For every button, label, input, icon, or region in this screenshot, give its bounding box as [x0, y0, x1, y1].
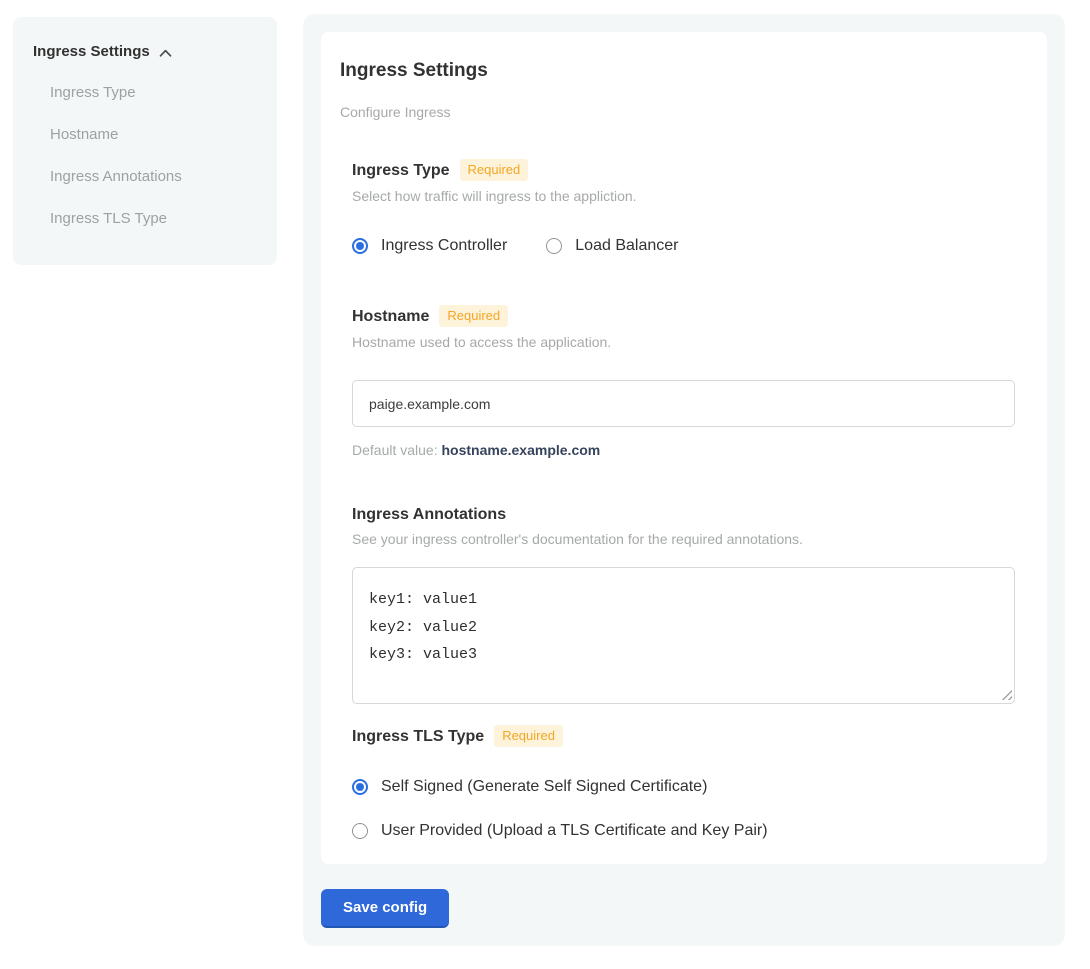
- radio-button-icon[interactable]: [546, 238, 562, 254]
- hostname-help: Hostname used to access the application.: [352, 334, 1015, 350]
- section-ingress-tls-type: Ingress TLS Type Required Self Signed (G…: [352, 725, 1015, 840]
- annotations-label-row: Ingress Annotations: [352, 505, 1015, 524]
- config-page: Ingress Settings Ingress Type Hostname I…: [0, 0, 1090, 969]
- default-value-text: hostname.example.com: [442, 442, 601, 458]
- config-sidebar: Ingress Settings Ingress Type Hostname I…: [13, 17, 277, 265]
- radio-self-signed[interactable]: Self Signed (Generate Self Signed Certif…: [352, 778, 1015, 796]
- sidebar-item-ingress-annotations[interactable]: Ingress Annotations: [33, 155, 257, 197]
- save-config-button[interactable]: Save config: [321, 889, 449, 928]
- section-hostname: Hostname Required Hostname used to acces…: [352, 305, 1015, 458]
- tls-label-row: Ingress TLS Type Required: [352, 725, 1015, 747]
- hostname-label: Hostname: [352, 307, 429, 326]
- ingress-type-options: Ingress Controller Load Balancer: [352, 237, 1015, 255]
- sidebar-item-ingress-type[interactable]: Ingress Type: [33, 71, 257, 113]
- radio-button-icon[interactable]: [352, 238, 368, 254]
- page-subtitle: Configure Ingress: [340, 104, 1015, 120]
- chevron-up-icon: [159, 49, 172, 57]
- hostname-label-row: Hostname Required: [352, 305, 1015, 327]
- section-ingress-type: Ingress Type Required Select how traffic…: [352, 159, 1015, 255]
- ingress-type-help: Select how traffic will ingress to the a…: [352, 188, 1015, 204]
- required-badge: Required: [439, 305, 508, 327]
- radio-label: Self Signed (Generate Self Signed Certif…: [381, 778, 707, 796]
- radio-label: Ingress Controller: [381, 237, 507, 255]
- radio-ingress-controller[interactable]: Ingress Controller: [352, 237, 507, 255]
- config-card: Ingress Settings Configure Ingress Ingre…: [321, 32, 1047, 864]
- required-badge: Required: [460, 159, 529, 181]
- sidebar-item-ingress-tls-type[interactable]: Ingress TLS Type: [33, 197, 257, 239]
- sidebar-item-hostname[interactable]: Hostname: [33, 113, 257, 155]
- radio-label: Load Balancer: [575, 237, 678, 255]
- hostname-default-line: Default value: hostname.example.com: [352, 442, 1015, 458]
- ingress-type-label-row: Ingress Type Required: [352, 159, 1015, 181]
- page-title: Ingress Settings: [340, 60, 1015, 82]
- ingress-type-label: Ingress Type: [352, 161, 450, 180]
- section-ingress-annotations: Ingress Annotations See your ingress con…: [352, 505, 1015, 704]
- default-value-prefix: Default value:: [352, 442, 442, 458]
- radio-user-provided[interactable]: User Provided (Upload a TLS Certificate …: [352, 822, 1015, 840]
- annotations-label: Ingress Annotations: [352, 505, 506, 524]
- radio-button-icon[interactable]: [352, 779, 368, 795]
- annotations-help: See your ingress controller's documentat…: [352, 531, 1015, 547]
- radio-label: User Provided (Upload a TLS Certificate …: [381, 822, 768, 840]
- annotations-textarea[interactable]: key1: value1 key2: value2 key3: value3: [352, 567, 1015, 704]
- sidebar-group-ingress-settings[interactable]: Ingress Settings: [33, 43, 257, 60]
- annotations-textarea-wrap: key1: value1 key2: value2 key3: value3: [352, 567, 1015, 704]
- tls-label: Ingress TLS Type: [352, 727, 484, 746]
- sidebar-item-list: Ingress Type Hostname Ingress Annotation…: [33, 71, 257, 239]
- sidebar-group-title: Ingress Settings: [33, 43, 150, 60]
- config-panel: Ingress Settings Configure Ingress Ingre…: [303, 14, 1065, 946]
- required-badge: Required: [494, 725, 563, 747]
- hostname-input[interactable]: [352, 380, 1015, 427]
- radio-load-balancer[interactable]: Load Balancer: [546, 237, 678, 255]
- tls-options: Self Signed (Generate Self Signed Certif…: [352, 778, 1015, 840]
- radio-button-icon[interactable]: [352, 823, 368, 839]
